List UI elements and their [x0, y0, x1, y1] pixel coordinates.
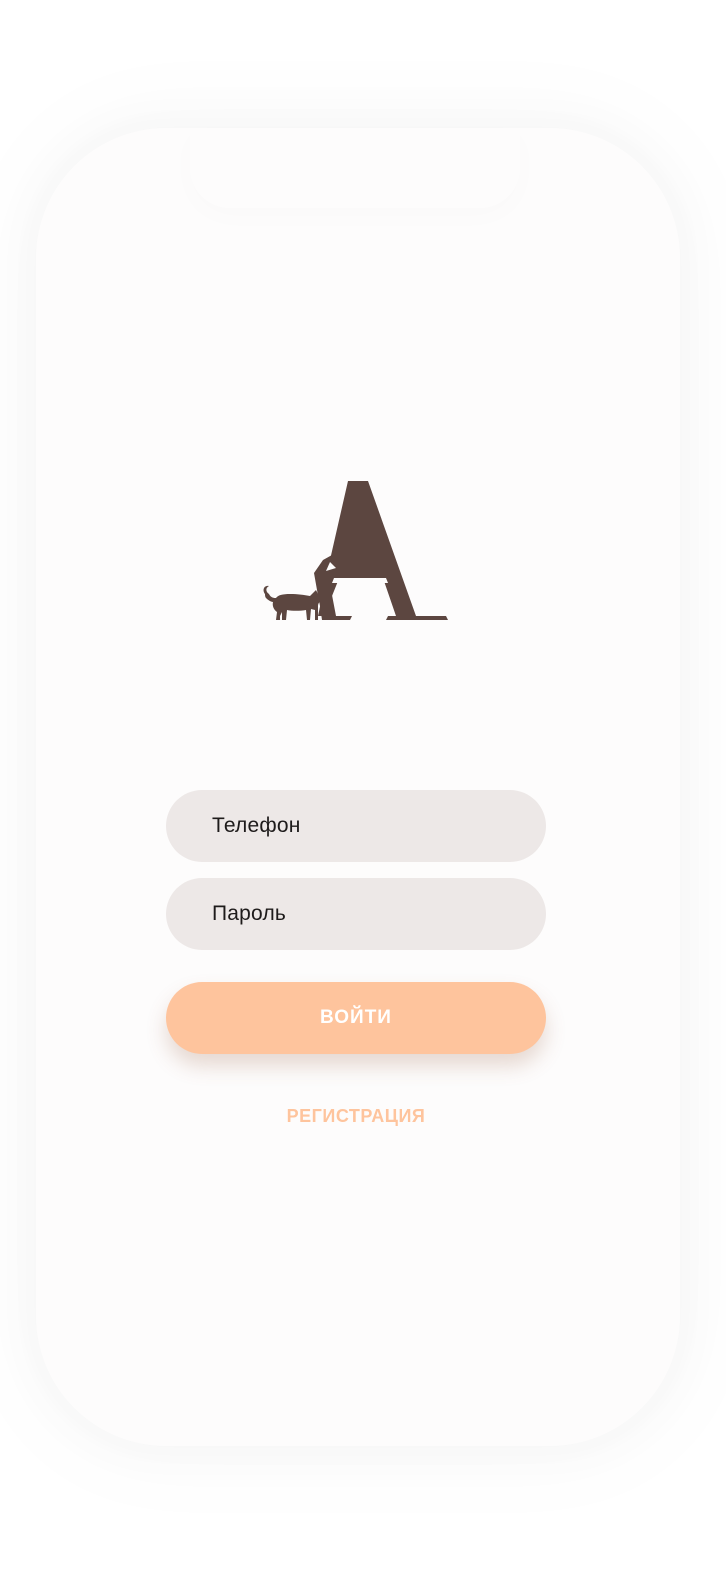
phone-notch — [190, 128, 520, 208]
letter-a-logo-icon — [314, 481, 448, 620]
phone-field-placeholder: Телефон — [212, 814, 301, 837]
login-button[interactable]: ВОЙТИ — [166, 982, 546, 1054]
phone-frame — [36, 128, 680, 1446]
password-field[interactable]: Пароль — [166, 878, 546, 950]
password-field-placeholder: Пароль — [212, 902, 287, 925]
register-link[interactable]: РЕГИСТРАЦИЯ — [166, 1100, 546, 1132]
phone-field[interactable]: Телефон — [166, 790, 546, 862]
login-button-label: ВОЙТИ — [320, 1007, 392, 1028]
app-logo — [263, 481, 448, 620]
cat-silhouette-icon — [263, 585, 323, 620]
screen: Телефон Пароль ВОЙТИ РЕГИСТРАЦИЯ — [0, 0, 726, 1578]
register-link-label: РЕГИСТРАЦИЯ — [286, 1105, 426, 1126]
